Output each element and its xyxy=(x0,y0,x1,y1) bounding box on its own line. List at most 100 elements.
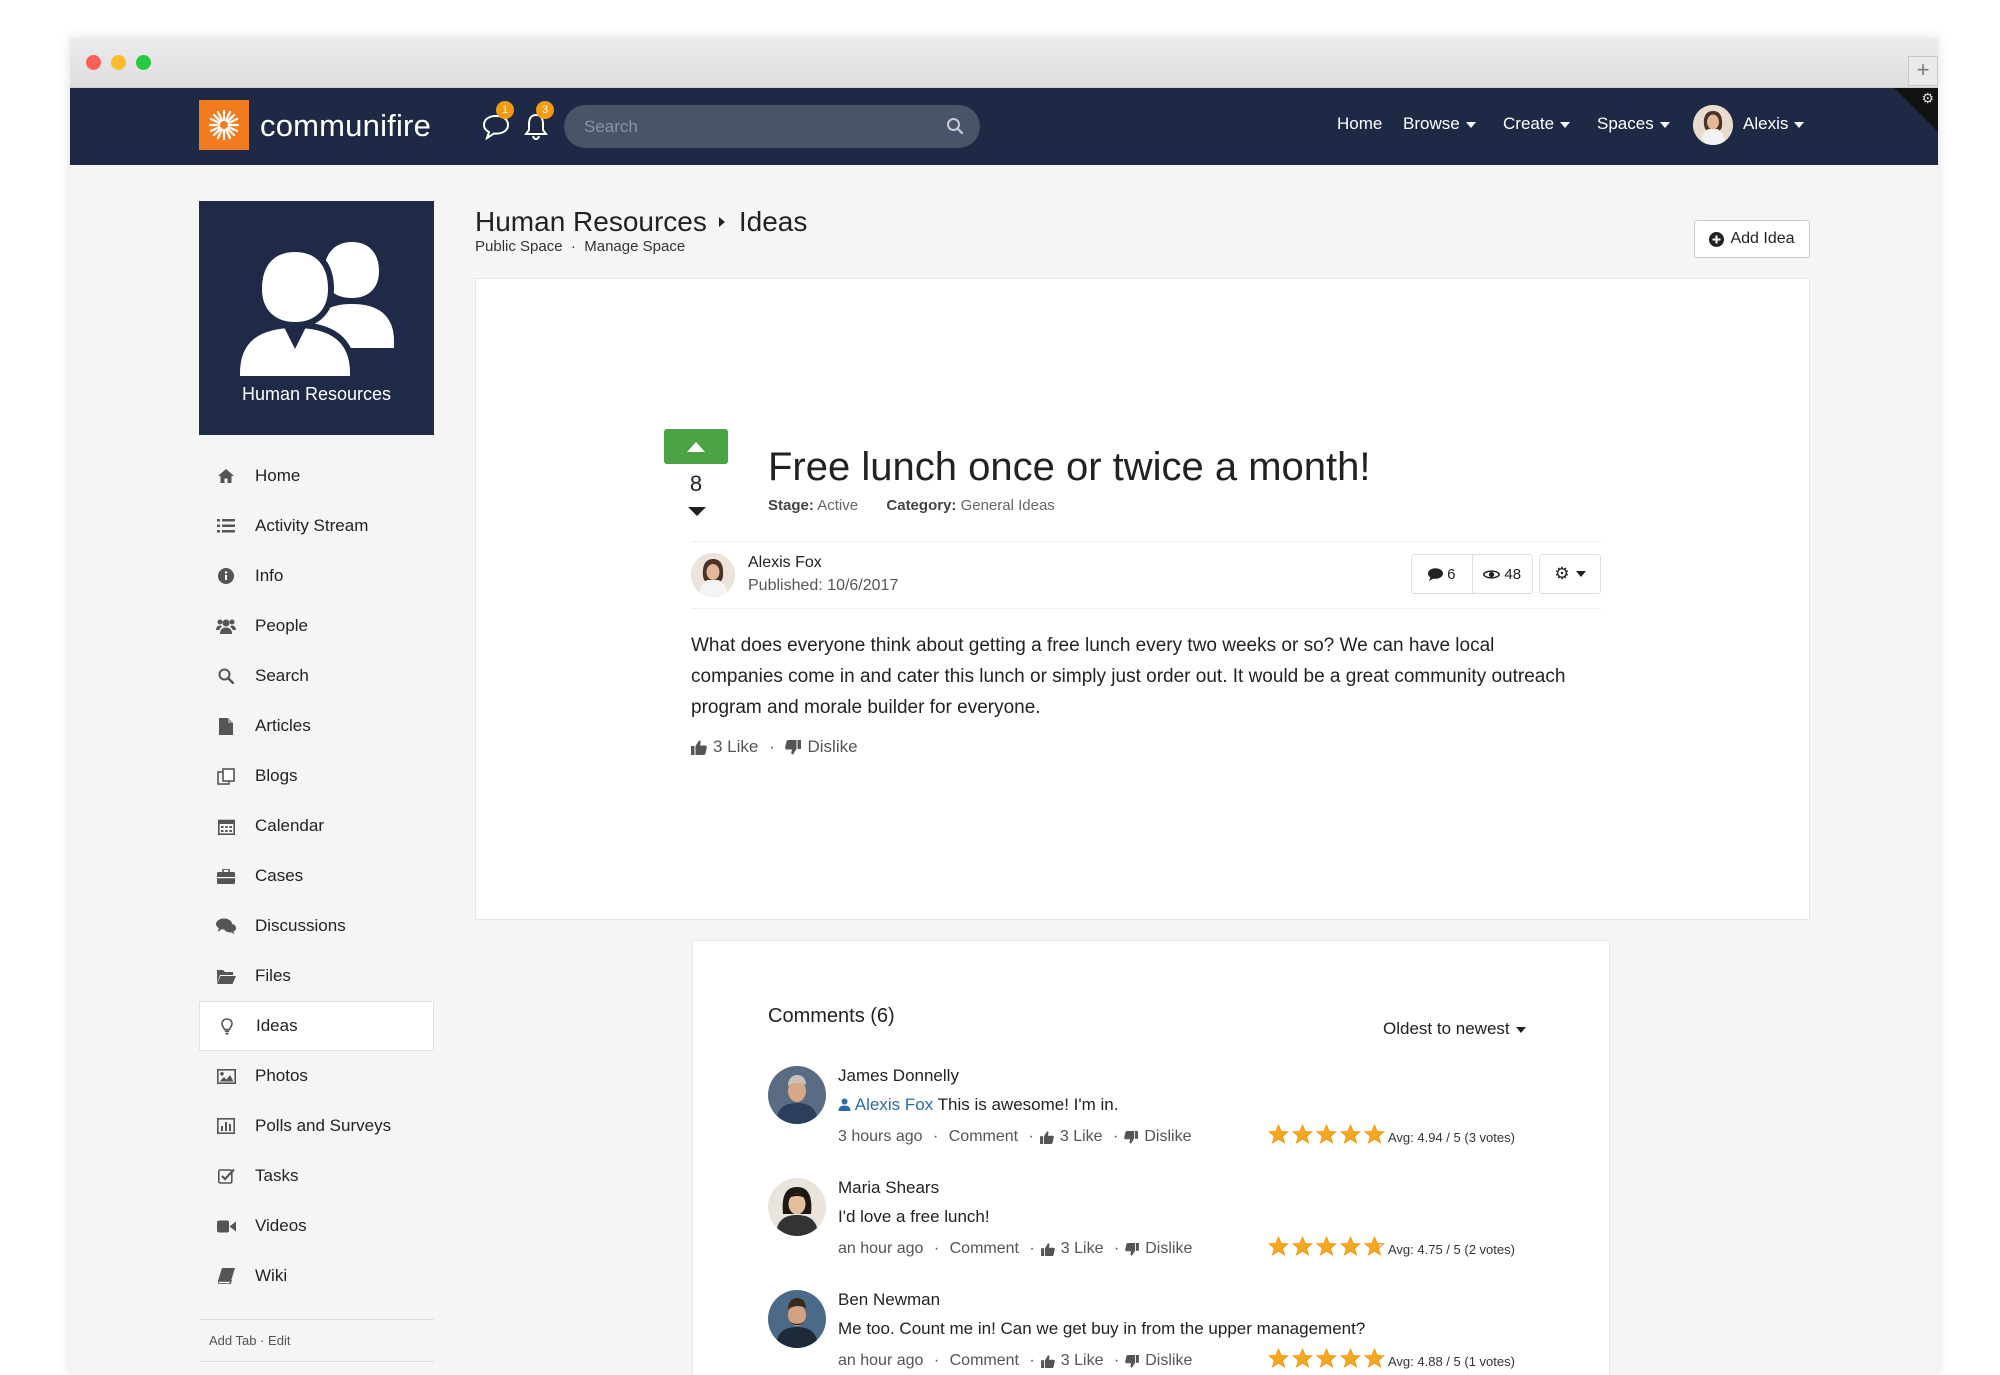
brand-name[interactable]: communifire xyxy=(260,108,431,144)
star-icon[interactable] xyxy=(1364,1124,1385,1144)
user-menu[interactable]: Alexis xyxy=(1743,114,1805,134)
sidebar-item-info[interactable]: Info xyxy=(199,551,434,601)
sidebar-item-tasks[interactable]: Tasks xyxy=(199,1151,434,1201)
sidebar-item-people[interactable]: People xyxy=(199,601,434,651)
star-icon[interactable] xyxy=(1268,1236,1289,1256)
sidebar-item-files[interactable]: Files xyxy=(199,951,434,1001)
breadcrumb-space-link[interactable]: Human Resources xyxy=(475,206,707,237)
author-name[interactable]: Alexis Fox xyxy=(748,554,822,572)
like-button[interactable]: 3 Like xyxy=(713,737,758,757)
comment-body: Me too. Count me in! Can we get buy in f… xyxy=(838,1319,1366,1338)
comment-time[interactable]: an hour ago xyxy=(838,1352,923,1370)
comment-body: I'd love a free lunch! xyxy=(838,1207,990,1226)
sidebar-item-photos[interactable]: Photos xyxy=(199,1051,434,1101)
star-rating[interactable] xyxy=(1268,1124,1385,1144)
idea-actions: 3 Like · Dislike xyxy=(691,737,858,757)
notifications-button[interactable]: 3 xyxy=(522,101,554,143)
star-icon[interactable] xyxy=(1340,1236,1361,1256)
comment-item: Ben Newman Me too. Count me in! Can we g… xyxy=(768,1290,1548,1375)
category-value[interactable]: General Ideas xyxy=(961,497,1055,514)
dislike-button[interactable]: Dislike xyxy=(807,737,857,757)
close-window-button[interactable] xyxy=(86,55,101,70)
add-tab-link[interactable]: Add Tab xyxy=(209,1333,256,1348)
sidebar-item-wiki[interactable]: Wiki xyxy=(199,1251,434,1301)
comment-dislike-button[interactable]: Dislike xyxy=(1145,1352,1192,1370)
star-icon[interactable] xyxy=(1292,1348,1313,1368)
idea-options-button[interactable]: ⚙ xyxy=(1539,554,1601,594)
sidebar-item-activity-stream[interactable]: Activity Stream xyxy=(199,501,434,551)
search-input[interactable] xyxy=(584,105,924,148)
user-avatar[interactable] xyxy=(1693,105,1733,145)
comment-time[interactable]: an hour ago xyxy=(838,1240,923,1258)
eye-icon xyxy=(1483,569,1501,579)
star-icon[interactable] xyxy=(1292,1236,1313,1256)
comment-dislike-button[interactable]: Dislike xyxy=(1144,1128,1191,1146)
comment-item: Maria Shears I'd love a free lunch! an h… xyxy=(768,1178,1548,1278)
reply-comment-link[interactable]: Comment xyxy=(949,1128,1018,1146)
commenter-name[interactable]: Maria Shears xyxy=(838,1178,939,1198)
reply-comment-link[interactable]: Comment xyxy=(950,1240,1019,1258)
stage-value[interactable]: Active xyxy=(817,497,858,514)
blog-icon xyxy=(215,767,237,785)
star-icon[interactable] xyxy=(1340,1348,1361,1368)
commenter-name[interactable]: James Donnelly xyxy=(838,1066,959,1086)
comment-like-button[interactable]: 3 Like xyxy=(1060,1128,1103,1146)
sidebar-item-ideas[interactable]: Ideas xyxy=(199,1001,434,1051)
comment-dislike-button[interactable]: Dislike xyxy=(1145,1240,1192,1258)
star-icon[interactable] xyxy=(1340,1124,1361,1144)
gear-icon[interactable]: ⚙ xyxy=(1921,90,1934,107)
nav-spaces-label: Spaces xyxy=(1597,114,1654,133)
comments-sort-dropdown[interactable]: Oldest to newest xyxy=(1383,1019,1526,1039)
mention-link[interactable]: Alexis Fox xyxy=(855,1095,933,1114)
nav-home-link[interactable]: Home xyxy=(1337,114,1382,134)
sidebar-item-blogs[interactable]: Blogs xyxy=(199,751,434,801)
search-icon[interactable] xyxy=(946,117,964,135)
minimize-window-button[interactable] xyxy=(111,55,126,70)
nav-spaces-menu[interactable]: Spaces xyxy=(1597,114,1670,134)
star-icon[interactable] xyxy=(1316,1348,1337,1368)
star-icon[interactable] xyxy=(1268,1348,1289,1368)
comment-like-button[interactable]: 3 Like xyxy=(1061,1352,1104,1370)
commenter-avatar[interactable] xyxy=(768,1290,826,1348)
maximize-window-button[interactable] xyxy=(136,55,151,70)
upvote-button[interactable] xyxy=(664,429,728,464)
reply-comment-link[interactable]: Comment xyxy=(950,1352,1019,1370)
sidebar-item-polls-and-surveys[interactable]: Polls and Surveys xyxy=(199,1101,434,1151)
manage-space-link[interactable]: Manage Space xyxy=(584,238,685,255)
star-rating[interactable] xyxy=(1268,1348,1385,1368)
star-icon[interactable] xyxy=(1316,1124,1337,1144)
downvote-button[interactable] xyxy=(688,507,706,516)
nav-browse-label: Browse xyxy=(1403,114,1460,133)
sidebar-item-articles[interactable]: Articles xyxy=(199,701,434,751)
messages-button[interactable]: 1 xyxy=(482,101,514,143)
add-idea-button[interactable]: Add Idea xyxy=(1694,220,1810,258)
star-icon[interactable] xyxy=(1316,1236,1337,1256)
star-icon[interactable] xyxy=(1292,1124,1313,1144)
commenter-name[interactable]: Ben Newman xyxy=(838,1290,940,1310)
views-count-button[interactable]: 48 xyxy=(1471,555,1533,593)
comments-count-button[interactable]: 6 xyxy=(1412,555,1472,593)
space-card[interactable]: Human Resources xyxy=(199,201,434,435)
nav-browse-menu[interactable]: Browse xyxy=(1403,114,1476,134)
commenter-avatar[interactable] xyxy=(768,1178,826,1236)
sidebar-item-search[interactable]: Search xyxy=(199,651,434,701)
star-icon[interactable] xyxy=(1268,1124,1289,1144)
sidebar-item-calendar[interactable]: Calendar xyxy=(199,801,434,851)
sidebar-item-cases[interactable]: Cases xyxy=(199,851,434,901)
sidebar-footer: Add Tab · Edit xyxy=(199,1319,434,1362)
commenter-avatar[interactable] xyxy=(768,1066,826,1124)
author-avatar[interactable] xyxy=(691,553,735,597)
nav-create-menu[interactable]: Create xyxy=(1503,114,1571,134)
logo-icon[interactable] xyxy=(199,100,249,150)
star-icon[interactable] xyxy=(1364,1348,1385,1368)
breadcrumb-current[interactable]: Ideas xyxy=(739,206,808,237)
comment-like-button[interactable]: 3 Like xyxy=(1061,1240,1104,1258)
sidebar-item-discussions[interactable]: Discussions xyxy=(199,901,434,951)
new-tab-button[interactable]: + xyxy=(1908,56,1938,86)
sidebar-item-home[interactable]: Home xyxy=(199,451,434,501)
edit-tabs-link[interactable]: Edit xyxy=(268,1333,290,1348)
star-icon[interactable] xyxy=(1364,1236,1385,1256)
sidebar-item-videos[interactable]: Videos xyxy=(199,1201,434,1251)
star-rating[interactable] xyxy=(1268,1236,1385,1256)
comment-time[interactable]: 3 hours ago xyxy=(838,1128,923,1146)
